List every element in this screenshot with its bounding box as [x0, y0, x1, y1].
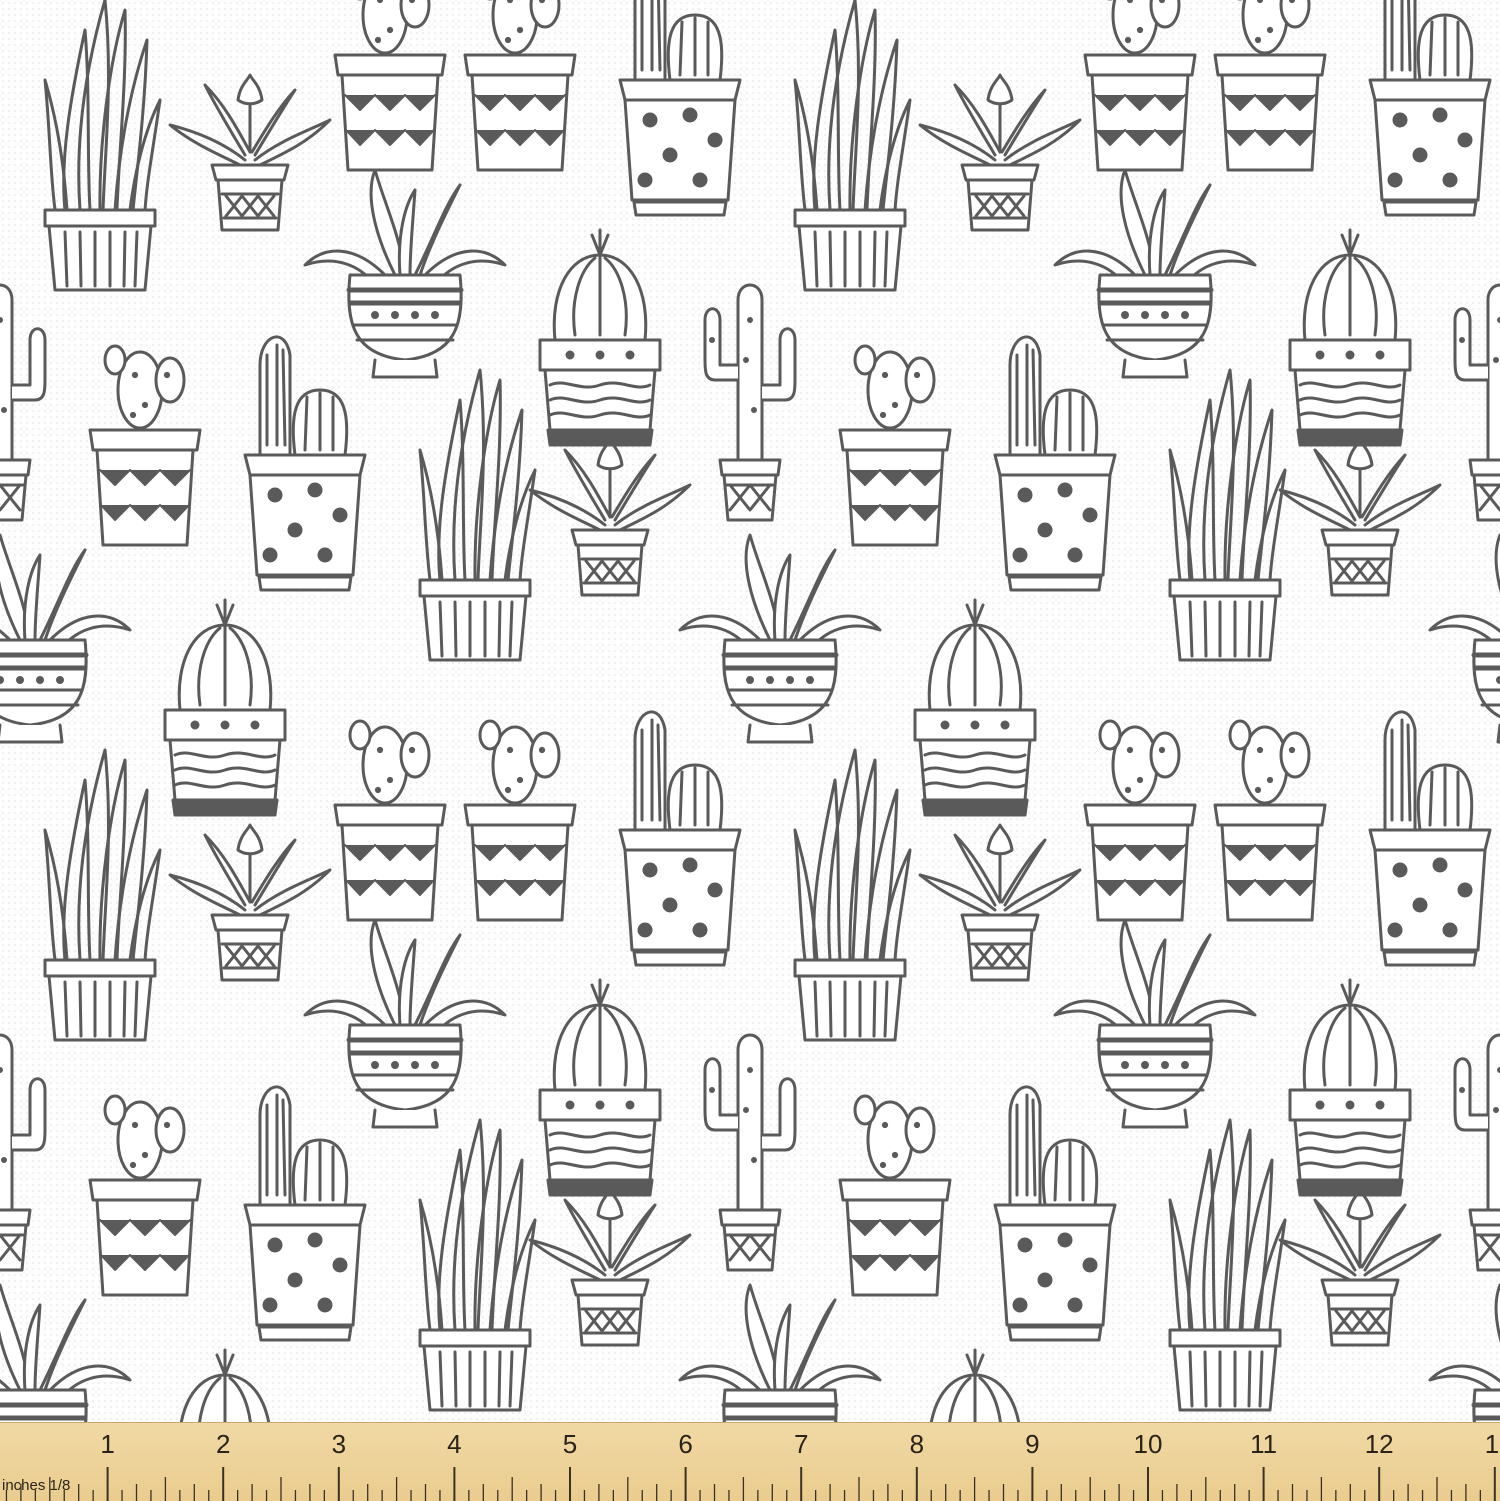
ruler-number: 4	[447, 1429, 462, 1459]
ruler-number: 10	[1133, 1429, 1163, 1459]
ruler-number: 8	[909, 1429, 925, 1459]
ruler-number: 5	[562, 1429, 578, 1459]
ruler-number: 1	[100, 1429, 115, 1459]
ruler-number: 2	[215, 1429, 231, 1459]
ruler-unit-label: inches 1/8	[2, 1477, 71, 1494]
fabric-pattern	[0, 0, 1500, 1422]
ruler-number: 6	[678, 1429, 693, 1459]
measuring-ruler: inches 1/8 1 2 3 4 5 6 7 8 9 10 11 12 1	[0, 1422, 1500, 1501]
ruler-number: 9	[1025, 1429, 1040, 1459]
ruler-number: 11	[1250, 1429, 1278, 1459]
ruler-number: 3	[331, 1429, 347, 1459]
ruler-number: 7	[793, 1429, 809, 1459]
ruler-number: 1	[1484, 1429, 1500, 1459]
ruler-number: 12	[1364, 1429, 1394, 1459]
